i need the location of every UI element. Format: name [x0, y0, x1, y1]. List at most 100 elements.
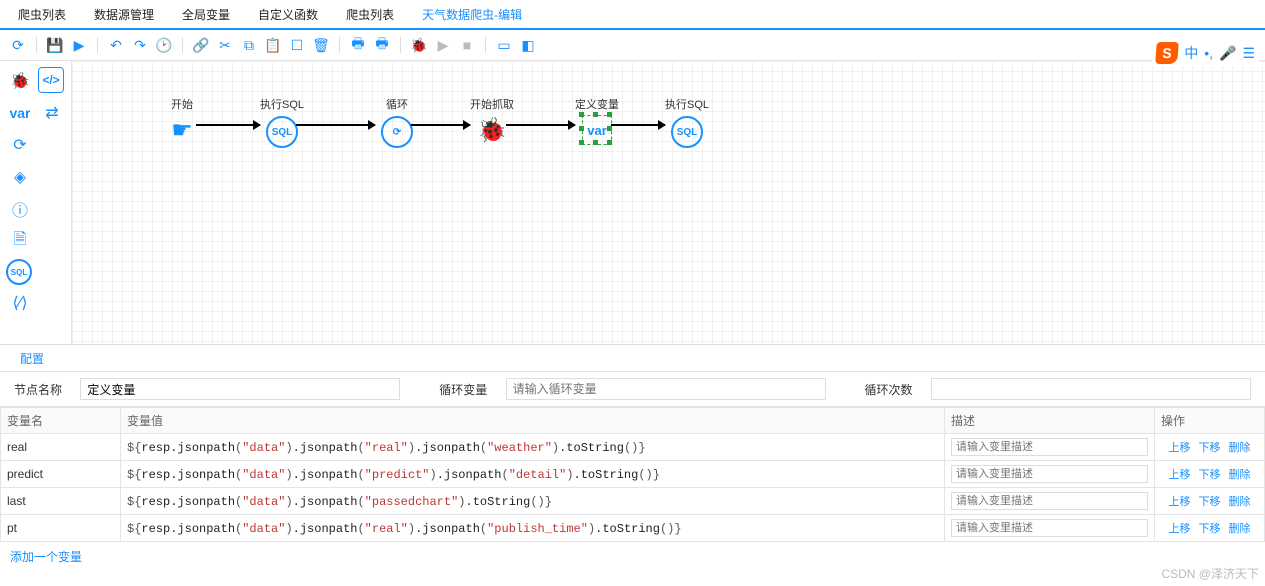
selection-handle[interactable]	[607, 126, 612, 131]
loop-node-icon: ⟳	[381, 116, 413, 148]
var-desc-input[interactable]	[951, 519, 1148, 537]
tab-functions[interactable]: 自定义函数	[248, 2, 328, 27]
var-desc-input[interactable]	[951, 438, 1148, 456]
th-ops: 操作	[1155, 408, 1265, 434]
selection-handle[interactable]	[607, 112, 612, 117]
var-name-cell[interactable]: last	[1, 488, 121, 515]
flow-canvas[interactable]: 开始☛ 执行SQLSQL 循环⟳ 开始抓取🐞 定义变量var 执行SQLSQL	[72, 61, 1265, 344]
flow-node-var[interactable]: 定义变量var	[567, 96, 627, 144]
chain-tool-icon[interactable]: ⇄	[38, 99, 66, 127]
var-name-cell[interactable]: predict	[1, 461, 121, 488]
tab-list-1[interactable]: 爬虫列表	[8, 2, 76, 27]
selection-handle[interactable]	[579, 112, 584, 117]
var-value-cell[interactable]: ${resp.jsonpath("data").jsonpath("real")…	[121, 515, 945, 542]
loop-count-input[interactable]	[931, 378, 1251, 400]
table-row: real${resp.jsonpath("data").jsonpath("re…	[1, 434, 1265, 461]
op-down-link[interactable]: 下移	[1199, 442, 1221, 454]
op-down-link[interactable]: 下移	[1199, 523, 1221, 535]
copy-icon[interactable]: ⧉	[239, 35, 259, 55]
cut-icon[interactable]: ✂	[215, 35, 235, 55]
tab-editor[interactable]: 天气数据爬虫-编辑	[412, 2, 532, 27]
stop-icon[interactable]: ■	[457, 35, 477, 55]
tab-globals[interactable]: 全局变量	[172, 2, 240, 27]
var-ops-cell: 上移下移删除	[1155, 488, 1265, 515]
undo-icon[interactable]: ↶	[106, 35, 126, 55]
var-tool-icon[interactable]: var	[6, 99, 34, 127]
flow-node-loop[interactable]: 循环⟳	[367, 96, 427, 148]
op-del-link[interactable]: 删除	[1229, 442, 1251, 454]
paste-icon[interactable]: 📋	[263, 35, 283, 55]
add-variable-link[interactable]: 添加一个变量	[0, 542, 92, 571]
ime-logo-icon[interactable]: S	[1155, 42, 1179, 64]
panel-icon[interactable]: ◧	[518, 35, 538, 55]
print-icon[interactable]: 🖶	[348, 35, 368, 55]
op-down-link[interactable]: 下移	[1199, 496, 1221, 508]
var-value-cell[interactable]: ${resp.jsonpath("data").jsonpath("predic…	[121, 461, 945, 488]
op-up-link[interactable]: 上移	[1169, 442, 1191, 454]
flow-arrow[interactable]	[506, 124, 575, 126]
op-del-link[interactable]: 删除	[1229, 469, 1251, 481]
history-icon[interactable]: 🕑	[154, 35, 174, 55]
sql-tool-icon[interactable]: SQL	[6, 259, 32, 285]
flow-arrow[interactable]	[296, 124, 375, 126]
op-up-link[interactable]: 上移	[1169, 523, 1191, 535]
op-del-link[interactable]: 删除	[1229, 496, 1251, 508]
var-name-cell[interactable]: real	[1, 434, 121, 461]
html-tool-icon[interactable]: ⟨⁄⟩	[6, 289, 34, 317]
panel-tab-config[interactable]: 配置	[14, 348, 50, 369]
screen-icon[interactable]: ▭	[494, 35, 514, 55]
debug-icon[interactable]: 🐞	[409, 35, 429, 55]
op-up-link[interactable]: 上移	[1169, 496, 1191, 508]
code-tool-icon[interactable]: </>	[38, 67, 64, 93]
table-row: predict${resp.jsonpath("data").jsonpath(…	[1, 461, 1265, 488]
node-name-input[interactable]	[80, 378, 400, 400]
flow-node-crawl[interactable]: 开始抓取🐞	[462, 96, 522, 144]
op-up-link[interactable]: 上移	[1169, 469, 1191, 481]
var-desc-input[interactable]	[951, 492, 1148, 510]
selection-handle[interactable]	[607, 140, 612, 145]
var-value-cell[interactable]: ${resp.jsonpath("data").jsonpath("passed…	[121, 488, 945, 515]
rhombus-tool-icon[interactable]: ◈	[6, 163, 34, 191]
flow-arrow[interactable]	[196, 124, 260, 126]
toolbar: ⟳ 💾 ▶ ↶ ↷ 🕑 🔗 ✂ ⧉ 📋 ☐ 🗑 🖶 🖶 🐞 ▶ ■ ▭ ◧	[0, 30, 1265, 61]
flow-node-sql1[interactable]: 执行SQLSQL	[252, 96, 312, 148]
loop-var-input[interactable]	[506, 378, 826, 400]
selection-handle[interactable]	[593, 140, 598, 145]
flow-node-start[interactable]: 开始☛	[152, 96, 212, 144]
flow-node-label: 开始抓取	[462, 96, 522, 112]
delete-icon[interactable]: 🗑	[311, 35, 331, 55]
op-down-link[interactable]: 下移	[1199, 469, 1221, 481]
ime-mic-icon[interactable]: 🎤	[1219, 45, 1236, 62]
file-tool-icon[interactable]: 🗎	[6, 227, 34, 255]
info-tool-icon[interactable]: ⓘ	[6, 195, 34, 223]
table-row: pt${resp.jsonpath("data").jsonpath("real…	[1, 515, 1265, 542]
toolbar-sep	[182, 37, 183, 53]
save-icon[interactable]: 💾	[45, 35, 65, 55]
flow-node-sql2[interactable]: 执行SQLSQL	[657, 96, 717, 148]
link-icon[interactable]: 🔗	[191, 35, 211, 55]
ime-punct-icon[interactable]: •,	[1204, 45, 1213, 61]
loop-tool-icon[interactable]: ⟳	[6, 131, 34, 159]
refresh-icon[interactable]: ⟳	[8, 35, 28, 55]
selection-handle[interactable]	[579, 126, 584, 131]
export-icon[interactable]: 🖶	[372, 35, 392, 55]
tab-list-2[interactable]: 爬虫列表	[336, 2, 404, 27]
selection-handle[interactable]	[593, 112, 598, 117]
select-all-icon[interactable]: ☐	[287, 35, 307, 55]
play-icon[interactable]: ▶	[69, 35, 89, 55]
var-desc-input[interactable]	[951, 465, 1148, 483]
tab-datasource[interactable]: 数据源管理	[84, 2, 164, 27]
var-name-cell[interactable]: pt	[1, 515, 121, 542]
redo-icon[interactable]: ↷	[130, 35, 150, 55]
op-del-link[interactable]: 删除	[1229, 523, 1251, 535]
run-icon[interactable]: ▶	[433, 35, 453, 55]
bug-tool-icon[interactable]: 🐞	[6, 67, 34, 95]
var-desc-cell	[945, 515, 1155, 542]
ime-cn[interactable]: 中	[1184, 43, 1198, 63]
ime-menu-icon[interactable]: ☰	[1242, 45, 1255, 62]
var-node-icon: var	[583, 116, 611, 144]
flow-node-label: 执行SQL	[657, 96, 717, 112]
selection-handle[interactable]	[579, 140, 584, 145]
var-value-cell[interactable]: ${resp.jsonpath("data").jsonpath("real")…	[121, 434, 945, 461]
node-form: 节点名称 循环变量 循环次数	[0, 372, 1265, 407]
